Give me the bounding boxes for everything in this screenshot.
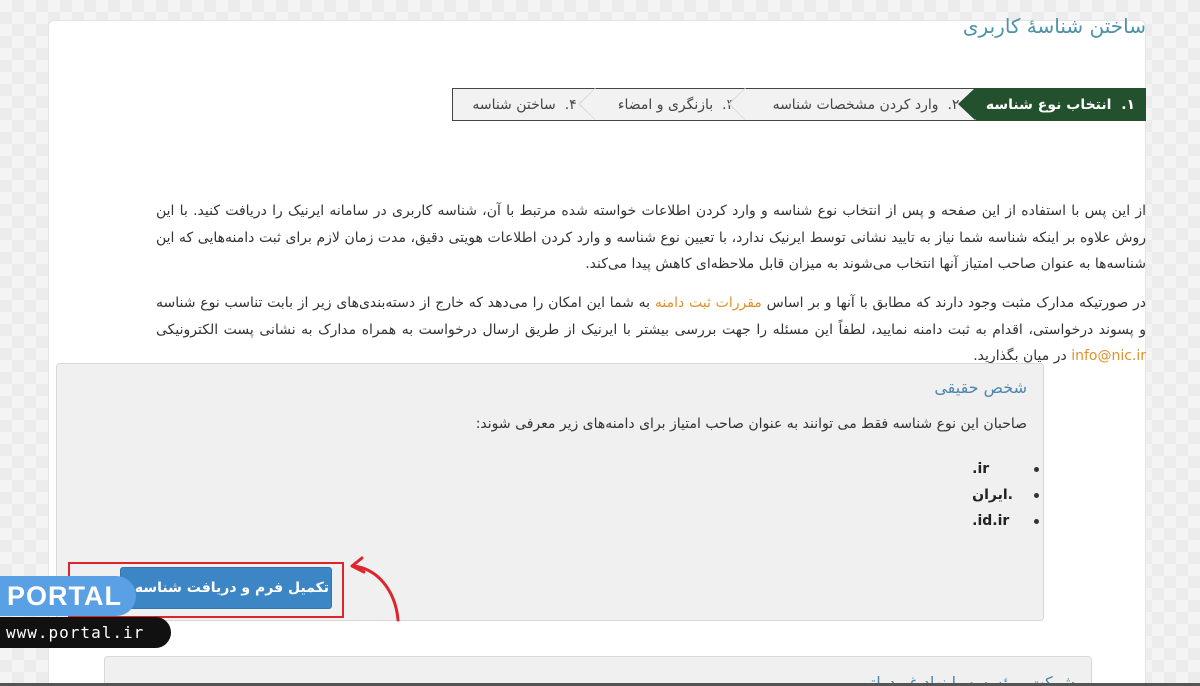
page-title: ساختن شناسهٔ کاربری: [962, 14, 1146, 38]
list-item: .ir: [972, 456, 1039, 482]
step-3[interactable]: ۳. بازنگری و امضاء: [578, 88, 746, 121]
step-2-label: وارد کردن مشخصات شناسه: [772, 96, 939, 113]
company-panel: شرکت، مؤسسه یا نهاد غیردولتی: [104, 656, 1092, 686]
domain-rules-link[interactable]: مقررات ثبت دامنه: [655, 295, 762, 311]
pointer-arrow-icon: [350, 556, 400, 622]
steps-bar: ۱. انتخاب نوع شناسه ۲. وارد کردن مشخصات …: [452, 88, 1146, 121]
list-item: .id.ir: [972, 508, 1039, 534]
domain-list: .ir .ایران .id.ir: [972, 456, 1039, 534]
step-1-number: ۱.: [1121, 96, 1136, 113]
step-1[interactable]: ۱. انتخاب نوع شناسه: [958, 88, 1146, 121]
panel-title: شخص حقیقی: [934, 378, 1027, 397]
step-4[interactable]: ۴. ساختن شناسه: [452, 88, 596, 121]
portal-url: www.portal.ir: [0, 617, 171, 648]
intro-p2-text-1: در صورتیکه مدارک مثبت وجود دارند که مطاب…: [761, 295, 1147, 311]
complete-form-button[interactable]: تکمیل فرم و دریافت شناسه »: [120, 567, 332, 609]
step-2[interactable]: ۲. وارد کردن مشخصات شناسه: [728, 88, 976, 121]
intro-paragraph-1: از این پس با استفاده از این صفحه و پس از…: [156, 203, 1146, 272]
intro-p2-text-3: در میان بگذارید.: [973, 348, 1072, 364]
panel-description: صاحبان این نوع شناسه فقط می توانند به عن…: [475, 416, 1027, 432]
portal-logo: PORTAL: [0, 576, 136, 616]
step-4-label: ساختن شناسه: [472, 96, 556, 113]
step-1-label: انتخاب نوع شناسه: [985, 96, 1112, 113]
list-item: .ایران: [972, 482, 1039, 508]
step-4-number: ۴.: [564, 96, 577, 113]
step-3-label: بازنگری و امضاء: [617, 96, 714, 113]
intro-paragraph-2: در صورتیکه مدارک مثبت وجود دارند که مطاب…: [156, 290, 1146, 370]
email-link[interactable]: info@nic.ir: [1071, 348, 1146, 364]
